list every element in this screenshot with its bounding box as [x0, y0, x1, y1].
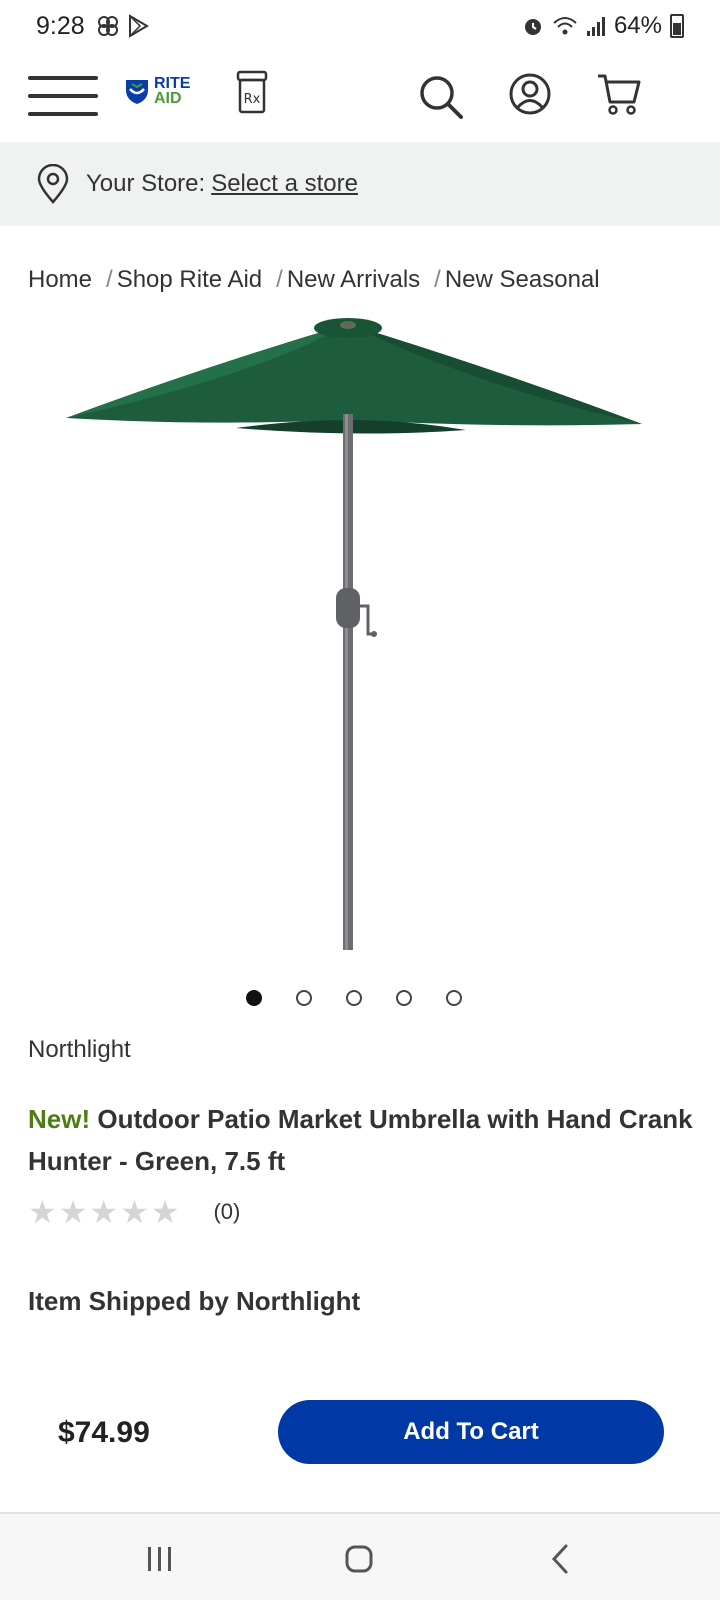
site-header: RITE AID Rx [0, 56, 720, 142]
user-account-icon [509, 73, 551, 115]
carousel-dot[interactable] [246, 990, 262, 1006]
star-icon: ★ [58, 1194, 88, 1230]
search-icon [420, 76, 463, 119]
shopping-cart-icon [598, 74, 641, 115]
system-nav-bar [0, 1512, 720, 1600]
recent-apps-icon[interactable] [146, 1546, 174, 1572]
status-time: 9:28 [36, 12, 85, 40]
select-store-link[interactable]: Select a store [211, 170, 358, 198]
star-icon: ★ [89, 1194, 119, 1230]
breadcrumb-home[interactable]: Home [28, 266, 92, 294]
rating-stars: ★ ★ ★ ★ ★ [28, 1196, 179, 1228]
account-button[interactable] [508, 72, 552, 121]
wifi-icon [553, 17, 577, 35]
rite-aid-logo[interactable]: RITE AID [124, 75, 191, 107]
image-carousel-dots [246, 990, 462, 1006]
menu-button[interactable] [28, 74, 98, 118]
shipped-by-label: Item Shipped by Northlight [28, 1286, 361, 1316]
battery-percent: 64% [613, 12, 662, 39]
star-icon: ★ [28, 1194, 57, 1230]
prescription-bottle-icon: Rx [236, 70, 268, 114]
store-label: Your Store: [86, 170, 206, 197]
breadcrumb-new-arrivals[interactable]: New Arrivals [287, 266, 420, 294]
product-rating[interactable]: ★ ★ ★ ★ ★ (0) [28, 1196, 240, 1228]
rating-count: (0) [213, 1199, 241, 1224]
umbrella-image [66, 318, 642, 950]
battery-icon [670, 14, 684, 38]
pinwheel-icon [98, 16, 118, 36]
product-title-text: Outdoor Patio Market Umbrella with Hand … [28, 1104, 693, 1176]
home-icon[interactable] [344, 1544, 374, 1574]
breadcrumb: Home / Shop Rite Aid / New Arrivals / Ne… [28, 266, 600, 294]
carousel-dot[interactable] [396, 990, 412, 1006]
breadcrumb-separator: / [276, 266, 283, 293]
store-selector-bar: Your Store: Select a store [0, 142, 720, 226]
logo-text-rite: RITE [154, 75, 191, 92]
star-icon: ★ [120, 1194, 149, 1230]
search-button[interactable] [418, 74, 464, 125]
breadcrumb-shop-rite-aid[interactable]: Shop Rite Aid [117, 266, 262, 294]
logo-text-aid: AID [154, 90, 182, 107]
location-pin-icon [37, 164, 69, 204]
product-title: New! Outdoor Patio Market Umbrella with … [28, 1098, 698, 1182]
breadcrumb-new-seasonal[interactable]: New Seasonal [445, 266, 600, 294]
back-icon[interactable] [550, 1544, 570, 1574]
status-bar: 9:28 64% [0, 0, 720, 56]
product-image[interactable] [56, 316, 656, 976]
product-brand[interactable]: Northlight [28, 1036, 131, 1064]
alarm-icon [524, 19, 541, 35]
shield-logo-icon [126, 80, 148, 104]
breadcrumb-separator: / [106, 266, 113, 293]
carousel-dot[interactable] [346, 990, 362, 1006]
signal-icon [586, 17, 605, 36]
status-system-icons: 64% [522, 12, 684, 40]
breadcrumb-separator: / [434, 266, 441, 293]
star-icon: ★ [150, 1194, 180, 1230]
add-to-cart-button[interactable]: Add To Cart [278, 1400, 664, 1464]
status-notification-icons [96, 14, 150, 38]
svg-text:Rx: Rx [244, 92, 261, 107]
carousel-dot[interactable] [296, 990, 312, 1006]
product-price: $74.99 [58, 1416, 150, 1449]
play-store-icon [129, 14, 149, 38]
new-badge: New! [28, 1104, 91, 1134]
cart-button[interactable] [596, 72, 642, 121]
pharmacy-rx-button[interactable]: Rx [236, 70, 268, 119]
carousel-dot[interactable] [446, 990, 462, 1006]
